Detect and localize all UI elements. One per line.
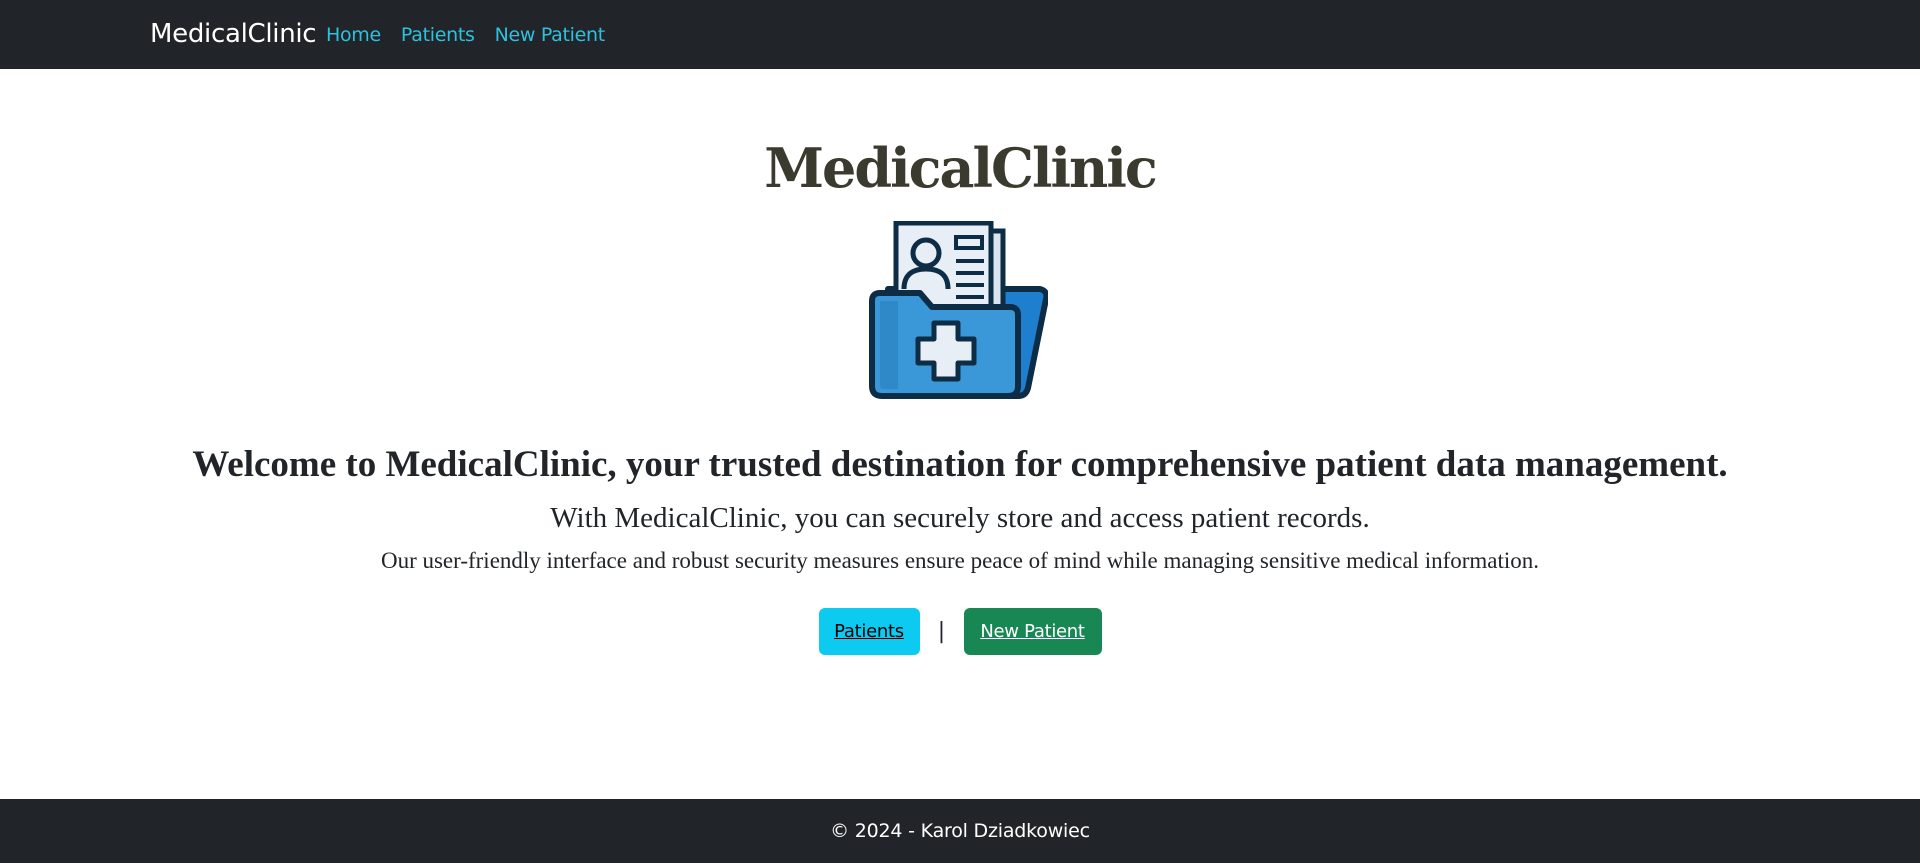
new-patient-button[interactable]: New Patient xyxy=(963,608,1102,655)
nav-link-new-patient[interactable]: New Patient xyxy=(495,24,606,46)
main-content: MedicalClinic Welcome to MedicalClinic, … xyxy=(0,69,1920,799)
footer: © 2024 - Karol Dziadkowiec xyxy=(0,799,1920,863)
action-buttons: Patients | New Patient xyxy=(0,608,1920,655)
brand-link[interactable]: MedicalClinic xyxy=(150,0,317,69)
footer-copyright: © 2024 - Karol Dziadkowiec xyxy=(830,820,1090,842)
button-separator: | xyxy=(937,619,946,644)
intro-text: With MedicalClinic, you can securely sto… xyxy=(550,502,1370,534)
nav-links: Home Patients New Patient xyxy=(326,0,625,69)
patients-button[interactable]: Patients xyxy=(818,608,920,655)
top-navbar: MedicalClinic Home Patients New Patient xyxy=(0,0,1920,69)
security-text: Our user-friendly interface and robust s… xyxy=(380,548,1540,573)
welcome-heading: Welcome to MedicalClinic, your trusted d… xyxy=(192,444,1728,485)
nav-link-patients[interactable]: Patients xyxy=(401,24,475,46)
medical-records-folder-icon xyxy=(869,221,1048,399)
page-title: MedicalClinic xyxy=(764,136,1157,200)
nav-link-home[interactable]: Home xyxy=(326,24,381,46)
